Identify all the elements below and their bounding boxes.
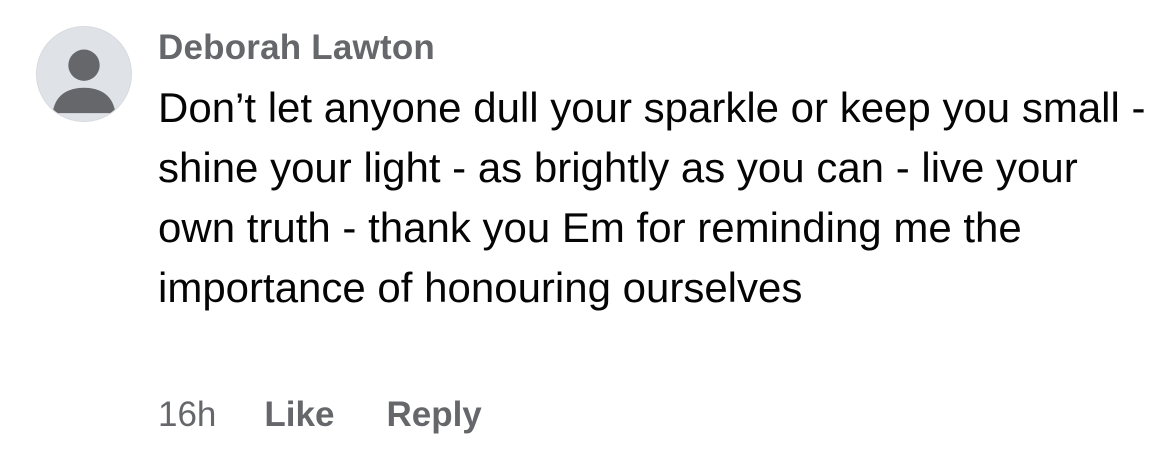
like-button[interactable]: Like <box>264 395 334 435</box>
comment-author-name[interactable]: Deborah Lawton <box>158 28 435 68</box>
comment: Deborah Lawton Don’t let anyone dull you… <box>0 0 1170 474</box>
comment-text: Don’t let anyone dull your sparkle or ke… <box>158 84 1146 311</box>
avatar[interactable] <box>36 26 132 122</box>
reply-button[interactable]: Reply <box>386 395 481 435</box>
comment-timestamp[interactable]: 16h <box>158 395 216 435</box>
comment-actions: 16h Like Reply <box>158 390 534 440</box>
default-user-avatar-icon <box>37 27 131 121</box>
